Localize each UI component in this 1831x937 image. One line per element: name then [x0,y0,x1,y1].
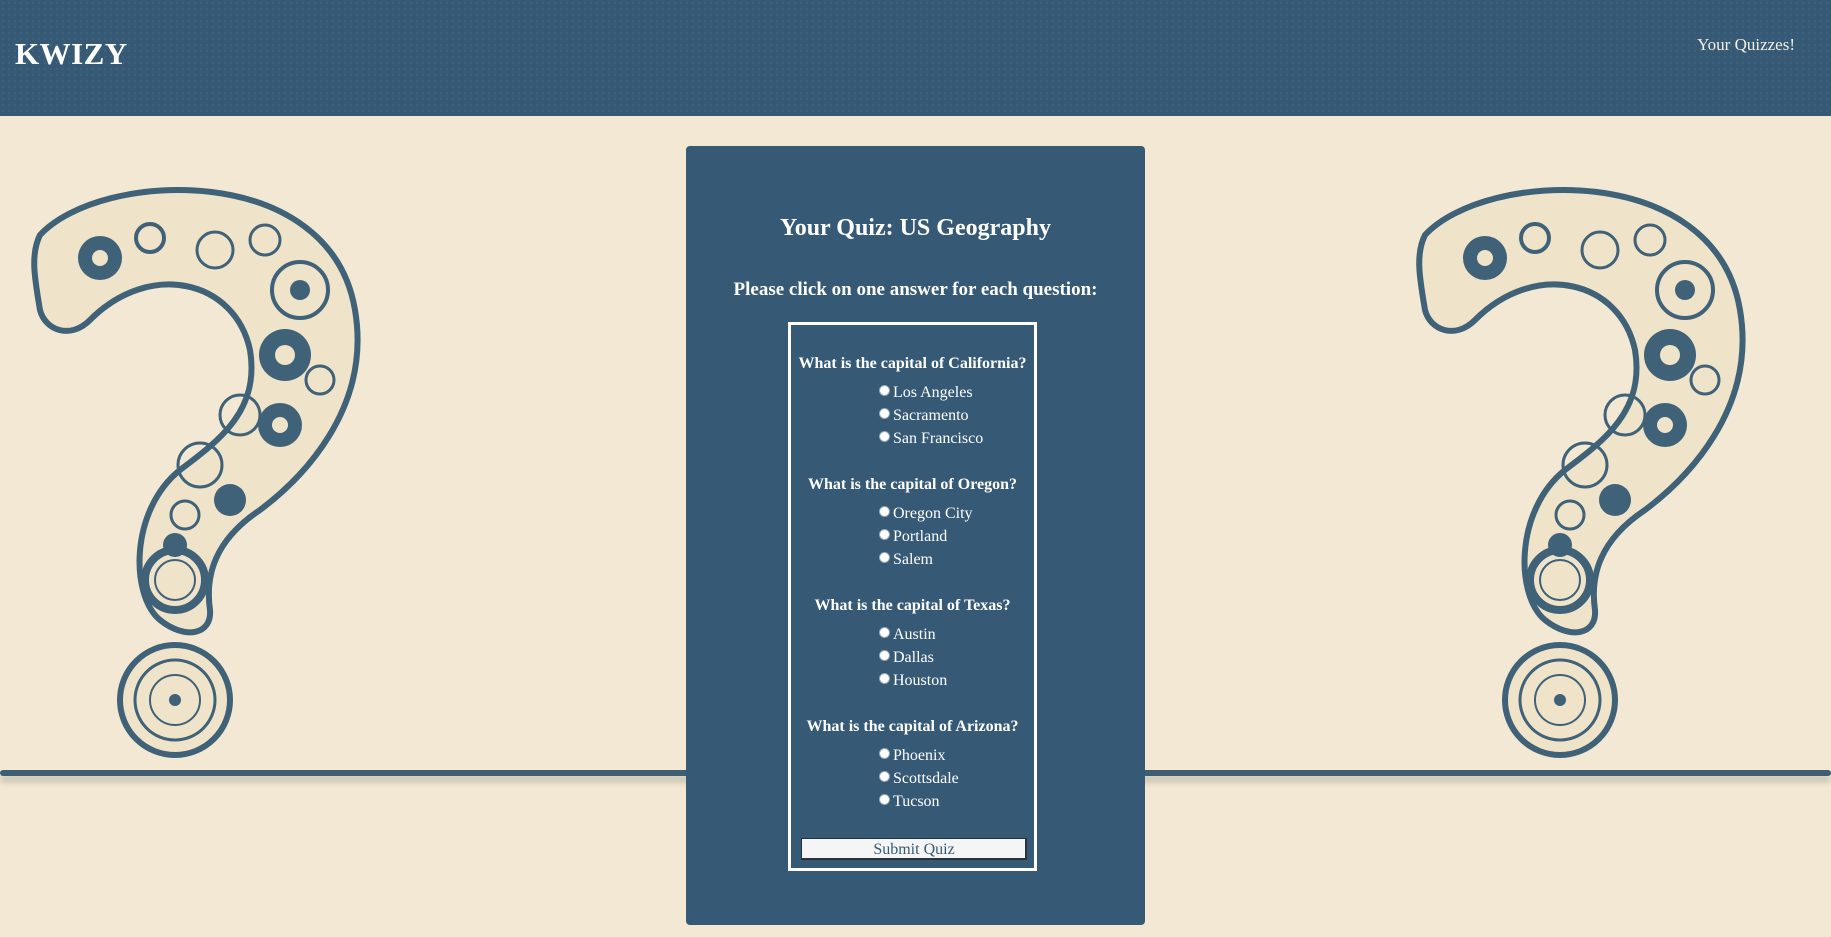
nav-your-quizzes-link[interactable]: Your Quizzes! [1697,35,1795,55]
answer-option[interactable]: Los Angeles [879,383,973,403]
answer-option[interactable]: Austin [879,625,936,645]
answer-label: Scottsdale [893,770,959,787]
answer-label: Austin [893,626,936,643]
header-bar: KWIZY Your Quizzes! [0,0,1831,116]
answer-option[interactable]: Tucson [879,792,940,812]
radio-button[interactable] [879,384,890,396]
brand-logo[interactable]: KWIZY [15,36,128,72]
radio-button[interactable] [879,407,890,419]
answer-option[interactable]: Houston [879,671,947,691]
radio-button[interactable] [879,747,890,759]
answer-label: Oregon City [893,505,973,522]
question-text: What is the capital of California? [798,355,1027,372]
answer-option[interactable]: Oregon City [879,504,973,524]
answer-label: San Francisco [893,430,984,447]
answer-label: Phoenix [893,747,946,764]
answer-label: Houston [893,672,948,689]
answer-option[interactable]: Salem [879,550,933,570]
question-text: What is the capital of Texas? [814,597,1011,614]
gear-question-mark-icon [31,187,361,758]
question-text: What is the capital of Arizona? [806,718,1019,735]
radio-button[interactable] [879,528,890,540]
answer-option[interactable]: Phoenix [879,746,945,766]
answer-option[interactable]: Scottsdale [879,769,959,789]
radio-button[interactable] [879,672,890,684]
radio-button[interactable] [879,505,890,517]
submit-quiz-button[interactable]: Submit Quiz [801,838,1027,860]
answer-label: Portland [893,528,948,545]
answer-label: Salem [893,551,933,568]
quiz-instructions: Please click on one answer for each ques… [733,279,1098,300]
answer-option[interactable]: Dallas [879,648,934,668]
radio-button[interactable] [879,793,890,805]
answer-label: Tucson [893,793,940,810]
answer-label: Sacramento [893,407,969,424]
radio-button[interactable] [879,770,890,782]
answer-option[interactable]: Portland [879,527,947,547]
quiz-title: Your Quiz: US Geography [780,215,1051,241]
answer-option[interactable]: San Francisco [879,429,983,449]
radio-button[interactable] [879,430,890,442]
radio-button[interactable] [879,626,890,638]
radio-button[interactable] [879,551,890,563]
answer-label: Los Angeles [893,384,973,401]
gear-question-mark-icon [1416,187,1746,758]
answer-option[interactable]: Sacramento [879,406,969,426]
quiz-form: What is the capital of California? Los A… [788,322,1037,871]
question-text: What is the capital of Oregon? [807,476,1018,493]
answer-label: Dallas [893,649,934,666]
radio-button[interactable] [879,649,890,661]
